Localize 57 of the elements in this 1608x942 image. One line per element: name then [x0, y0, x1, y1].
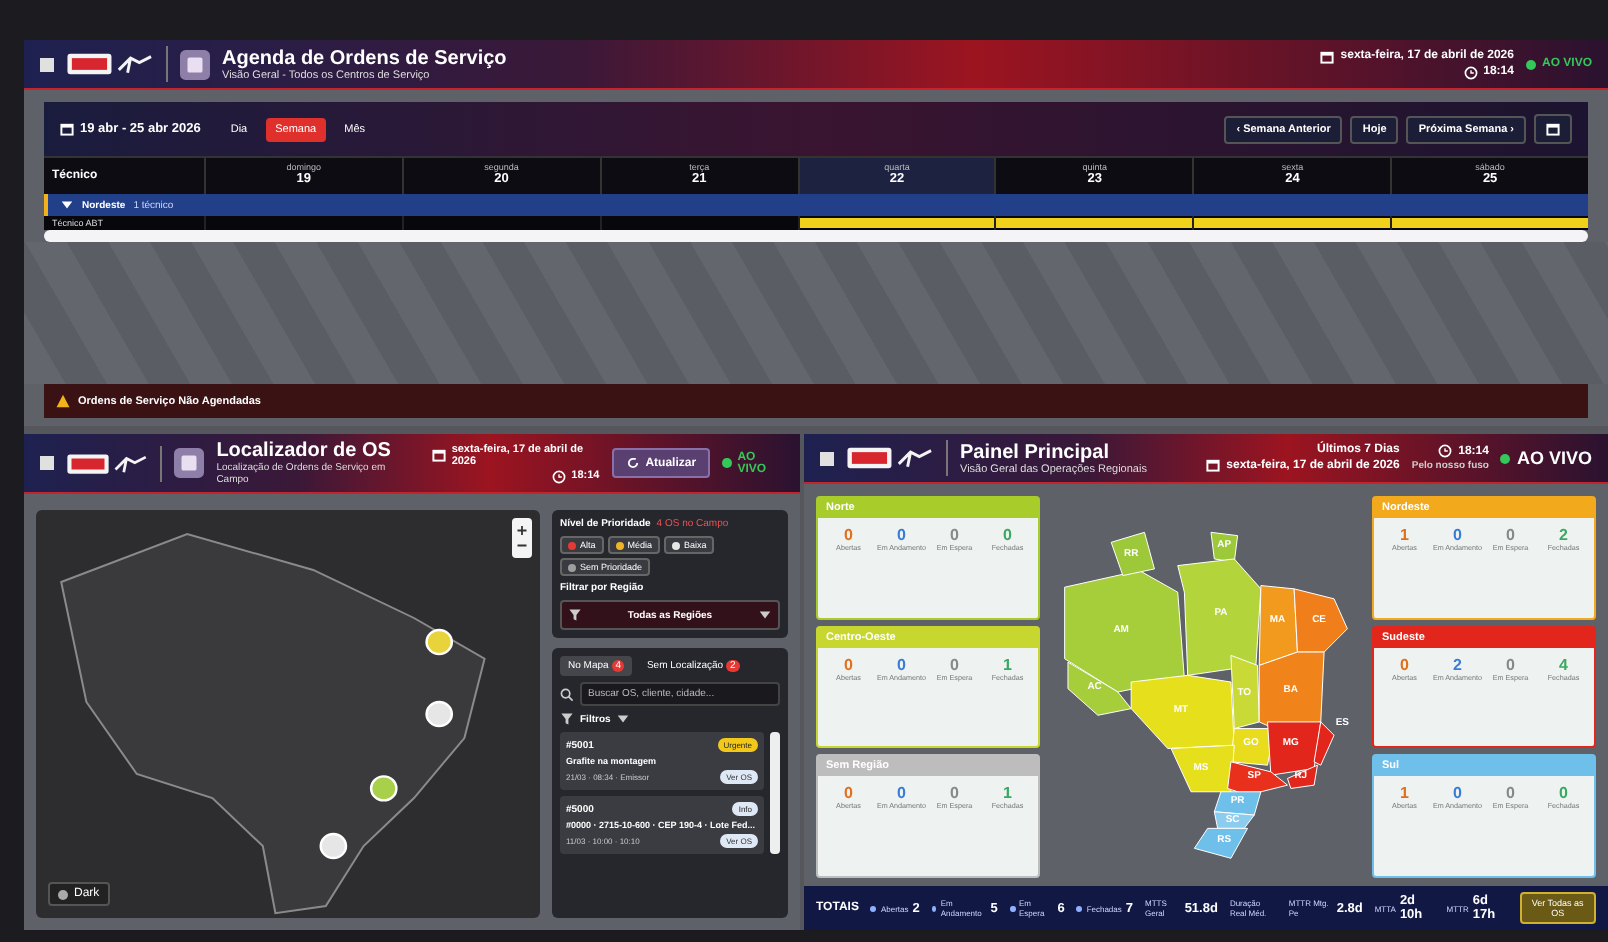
stat-value: 1: [1398, 784, 1411, 803]
page-title: Painel Principal: [960, 441, 1111, 463]
logo-icon: [66, 48, 154, 80]
caret-down-icon: [758, 608, 772, 622]
calendar-icon: [60, 122, 74, 136]
calendar-icon: [1320, 49, 1335, 63]
warning-icon: [56, 394, 70, 408]
stat-value: 0: [895, 784, 908, 803]
stat-value: 0: [1504, 784, 1517, 803]
stat-value: 1: [1003, 784, 1012, 803]
menu-icon: [40, 456, 54, 470]
stat-value: 0: [1504, 655, 1517, 674]
stat-value: 0: [948, 655, 961, 674]
stat-value: 0: [1451, 526, 1464, 544]
stat-value: 0: [1451, 784, 1464, 803]
live-dot-icon: [1525, 59, 1536, 69]
stat-value: 0: [1398, 655, 1411, 674]
live-label: AO VIVO: [1516, 448, 1592, 468]
stat-value: 1: [1001, 655, 1014, 674]
scrollbar[interactable]: [44, 230, 1588, 242]
stat-value: 0: [842, 526, 855, 544]
page-title: Agenda de Ordens de Serviço: [222, 47, 507, 69]
clock-icon: [551, 469, 566, 483]
stat-value: 2: [1557, 526, 1570, 544]
stat-value: 0: [895, 526, 908, 544]
stat-value: 0: [842, 655, 855, 674]
menu-icon: [40, 57, 54, 71]
live-dot-icon: [722, 458, 732, 468]
live-dot-icon: [1500, 453, 1511, 463]
stat-value: 0: [1504, 526, 1517, 544]
filter-icon: [560, 712, 574, 726]
app-icon: [180, 49, 210, 79]
calendar-icon: [1546, 122, 1560, 136]
app-icon: [174, 448, 205, 478]
scrollbar[interactable]: [770, 732, 780, 854]
refresh-icon: [625, 456, 640, 470]
menu-icon: [820, 451, 834, 465]
calendar-icon: [431, 448, 446, 462]
stat-value: 0: [948, 526, 961, 544]
search-icon: [560, 687, 574, 701]
stat-value: 0: [842, 784, 855, 803]
stat-value: 0: [1559, 784, 1568, 803]
calendar-button[interactable]: [1534, 114, 1572, 144]
caret-down-icon: [616, 712, 631, 726]
stat-value: 1: [1398, 526, 1411, 544]
stat-value: 2: [1451, 655, 1464, 674]
stat-value: 0: [895, 655, 908, 674]
clock-icon: [1463, 65, 1478, 79]
stat-value: 0: [948, 784, 961, 803]
zoom-control[interactable]: [512, 518, 532, 558]
filter-icon: [568, 608, 582, 622]
stat-value: 0: [1001, 526, 1014, 544]
clock-icon: [1438, 444, 1453, 458]
logo-icon: [846, 442, 934, 474]
stat-value: 4: [1557, 655, 1570, 674]
page-title: Localizador de OS: [216, 440, 393, 462]
calendar-icon: [1206, 458, 1221, 472]
